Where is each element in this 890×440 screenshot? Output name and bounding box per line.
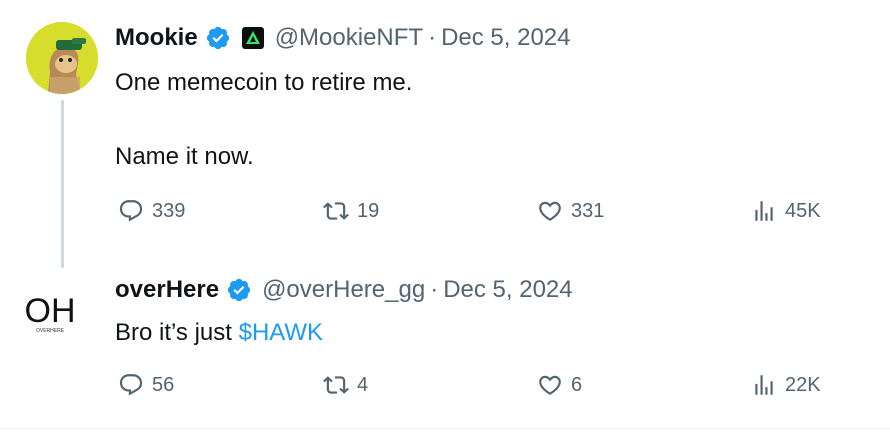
tweet-text-line-1: One memecoin to retire me.	[115, 69, 413, 96]
tweet-actions: 56 4 6 22K	[115, 372, 835, 402]
verified-badge-icon[interactable]	[226, 277, 252, 303]
tweet-text: Bro it’s just $HAWK	[115, 318, 323, 348]
reply-count: 339	[152, 199, 186, 222]
retweet-count: 4	[357, 373, 369, 396]
views-count: 22K	[785, 373, 821, 396]
tweet-overhere[interactable]: OH OVERHERE overHere @overHere_gg · Dec …	[0, 262, 890, 428]
tweet-mookie[interactable]: Mookie @MookieNFT · Dec 5, 2024 One meme…	[0, 0, 890, 268]
like-button[interactable]: 331	[537, 198, 604, 224]
heart-icon	[539, 201, 561, 221]
overhere-logo-icon: OH OVERHERE	[18, 276, 82, 346]
tweet-header: Mookie @MookieNFT · Dec 5, 2024	[115, 24, 571, 52]
views-icon	[755, 201, 773, 221]
avatar-text: OH	[25, 292, 76, 330]
reply-count: 56	[152, 373, 175, 396]
tweet-header: overHere @overHere_gg · Dec 5, 2024	[115, 276, 573, 304]
avatar-subtext: OVERHERE	[36, 328, 65, 334]
heart-icon	[539, 375, 561, 395]
tweet-text-prefix: Bro it’s just	[115, 319, 239, 346]
author-name[interactable]: overHere	[115, 276, 219, 304]
bottom-divider	[0, 428, 890, 429]
avatar-mookie[interactable]	[26, 22, 98, 94]
green-triangle-badge-icon[interactable]	[241, 26, 265, 50]
separator-dot: ·	[430, 276, 439, 303]
tweet-text-line-2: Name it now.	[115, 143, 254, 170]
reply-button[interactable]: 339	[118, 198, 185, 224]
separator-dot: ·	[428, 24, 437, 51]
like-button[interactable]: 6	[537, 372, 582, 398]
verified-badge-icon[interactable]	[205, 25, 231, 51]
views-button[interactable]: 22K	[751, 372, 821, 398]
avatar-overhere[interactable]: OH OVERHERE	[18, 276, 82, 346]
reply-button[interactable]: 56	[118, 372, 174, 398]
author-handle[interactable]: @overHere_gg	[262, 276, 425, 304]
retweet-button[interactable]: 19	[323, 198, 379, 224]
reply-icon	[119, 374, 143, 396]
views-button[interactable]: 45K	[751, 198, 821, 224]
views-count: 45K	[785, 199, 821, 222]
tweet-date[interactable]: Dec 5, 2024	[443, 276, 572, 304]
author-name[interactable]: Mookie	[115, 24, 198, 52]
thread-line	[61, 100, 64, 268]
retweet-icon	[323, 376, 349, 394]
author-handle[interactable]: @MookieNFT	[275, 24, 423, 52]
tweet-actions: 339 19 331 45K	[115, 198, 835, 228]
cashtag-link[interactable]: $HAWK	[239, 319, 323, 346]
retweet-button[interactable]: 4	[323, 372, 368, 398]
ape-avatar-icon	[26, 22, 98, 94]
like-count: 6	[571, 373, 583, 396]
views-icon	[755, 375, 773, 395]
like-count: 331	[571, 199, 605, 222]
reply-icon	[119, 200, 143, 222]
tweet-date[interactable]: Dec 5, 2024	[441, 24, 570, 52]
retweet-count: 19	[357, 199, 380, 222]
retweet-icon	[323, 202, 349, 220]
